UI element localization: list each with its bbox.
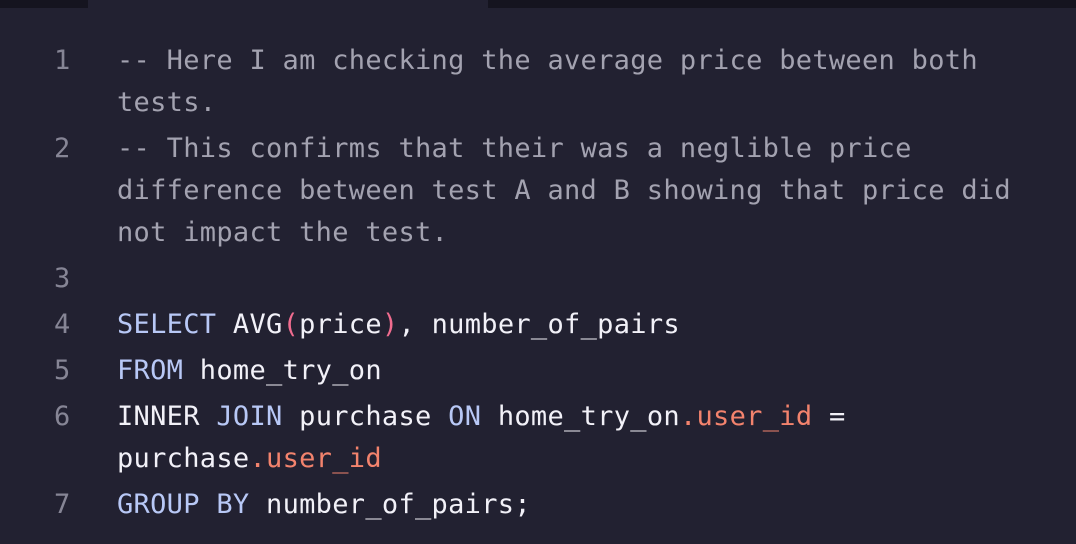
code-token-plain: price (299, 309, 382, 340)
line-number: 4 (54, 309, 71, 340)
code-token-plain: purchase (282, 401, 449, 432)
code-token-kw: SELECT (117, 309, 217, 340)
line-number: 5 (54, 355, 71, 386)
tab-bar (0, 0, 1076, 8)
line-number: 2 (54, 133, 71, 164)
code-token-plain: number_of_pairs; (249, 489, 531, 520)
active-tab[interactable] (88, 0, 488, 8)
code-token-plain: INNER (117, 401, 217, 432)
line-content[interactable]: -- Here I am checking the average price … (117, 40, 1057, 124)
code-token-comment: -- This confirms that their was a neglib… (117, 133, 1028, 248)
code-token-prop: .user_id (679, 401, 813, 432)
line-content[interactable]: SELECT AVG(price), number_of_pairs (117, 304, 1057, 346)
code-token-kw: JOIN (216, 401, 283, 432)
code-line[interactable]: 6 INNER JOIN purchase ON home_try_on.user… (0, 396, 1076, 480)
code-line[interactable]: 7 GROUP BY number_of_pairs; (0, 484, 1076, 526)
code-token-plain: home_try_on (481, 401, 680, 432)
code-token-plain: home_try_on (183, 355, 382, 386)
code-token-plain: , number_of_pairs (398, 309, 680, 340)
line-content[interactable]: INNER JOIN purchase ON home_try_on.user_… (117, 396, 1057, 480)
line-number: 3 (54, 263, 71, 294)
code-line[interactable]: 3 (0, 258, 1076, 300)
code-token-paren: ( (282, 309, 300, 340)
code-token-comment: -- Here I am checking the average price … (117, 45, 995, 118)
code-token-paren: ) (381, 309, 399, 340)
code-line[interactable]: 5 FROM home_try_on (0, 350, 1076, 392)
line-content[interactable] (117, 258, 1057, 300)
code-token-plain: AVG (216, 309, 283, 340)
code-token-prop: .user_id (249, 443, 382, 474)
line-content[interactable]: GROUP BY number_of_pairs; (117, 484, 1057, 526)
code-line[interactable]: 4 SELECT AVG(price), number_of_pairs (0, 304, 1076, 346)
code-editor: 1 -- Here I am checking the average price… (0, 0, 1076, 544)
code-line[interactable]: 1 -- Here I am checking the average price… (0, 40, 1076, 124)
line-number: 6 (54, 401, 71, 432)
code-token-kw: GROUP BY (117, 489, 250, 520)
line-number: 1 (54, 45, 71, 76)
code-token-kw: FROM (117, 355, 184, 386)
line-content[interactable]: FROM home_try_on (117, 350, 1057, 392)
line-number: 7 (54, 489, 71, 520)
code-token-kw: ON (448, 401, 482, 432)
code-area[interactable]: 1 -- Here I am checking the average price… (0, 40, 1076, 530)
code-line[interactable]: 2 -- This confirms that their was a negli… (0, 128, 1076, 254)
line-content[interactable]: -- This confirms that their was a neglib… (117, 128, 1057, 254)
